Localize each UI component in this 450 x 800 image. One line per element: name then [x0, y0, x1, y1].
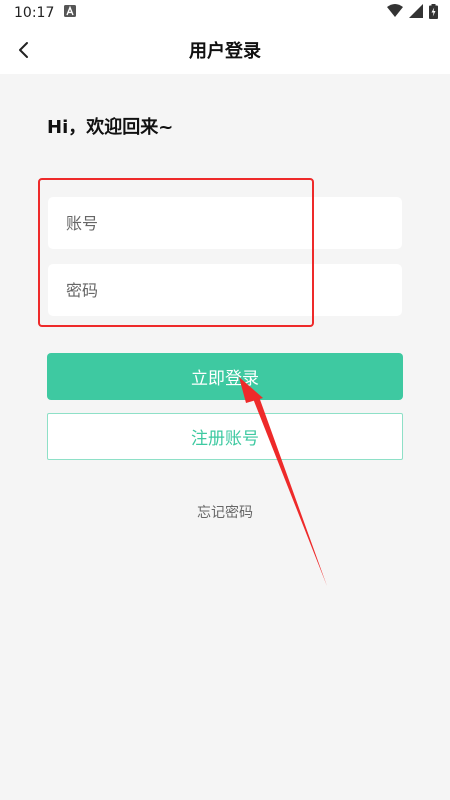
status-time: 10:17 — [14, 5, 55, 21]
page-title: 用户登录 — [189, 41, 261, 62]
status-right — [387, 3, 438, 23]
nav-bar: 用户登录 — [0, 26, 450, 74]
signal-icon — [409, 4, 423, 22]
account-input[interactable] — [48, 197, 402, 249]
register-button[interactable]: 注册账号 — [47, 413, 403, 460]
back-chevron-icon — [19, 42, 28, 58]
battery-charging-icon — [429, 3, 438, 23]
login-button[interactable]: 立即登录 — [47, 353, 403, 400]
wifi-icon — [387, 4, 403, 22]
status-left: 10:17 — [14, 5, 77, 21]
forgot-password-link[interactable]: 忘记密码 — [0, 502, 450, 522]
back-button[interactable] — [8, 34, 40, 66]
notification-a-icon — [64, 5, 77, 21]
status-bar: 10:17 — [0, 0, 450, 26]
password-input[interactable] — [48, 264, 402, 316]
greeting-text: Hi，欢迎回来~ — [47, 117, 174, 138]
